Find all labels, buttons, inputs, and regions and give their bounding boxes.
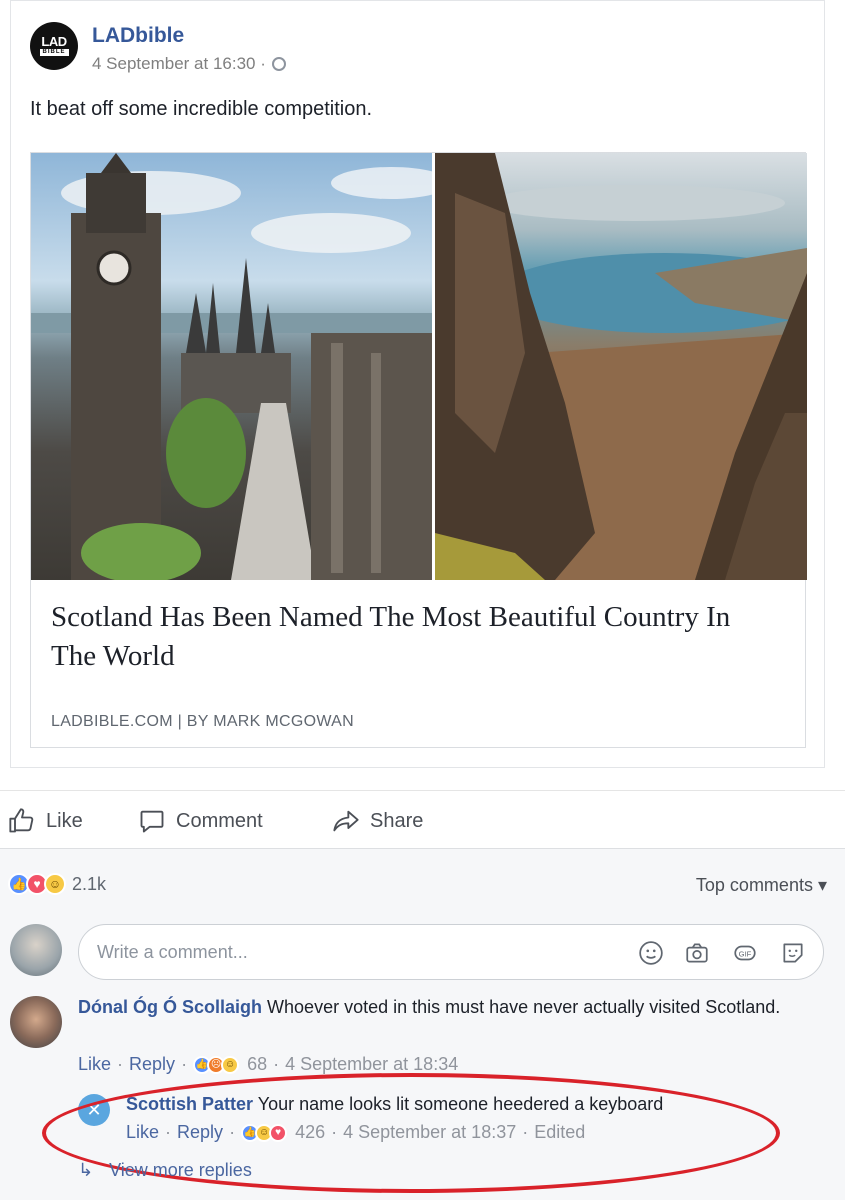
comment-author[interactable]: Dónal Óg Ó Scollaigh <box>78 997 262 1017</box>
current-user-avatar <box>10 924 62 976</box>
highlands-image <box>435 153 807 580</box>
link-title[interactable]: Scotland Has Been Named The Most Beautif… <box>51 598 771 676</box>
globe-icon <box>271 57 286 71</box>
post-timestamp[interactable]: 4 September at 16:30 · <box>92 54 286 74</box>
page-avatar[interactable]: LAD BIBLE <box>30 22 78 70</box>
edinburgh-image <box>31 153 432 580</box>
gif-icon[interactable]: GIF <box>731 940 759 966</box>
share-icon <box>333 810 359 832</box>
view-more-label: View more replies <box>109 1160 252 1180</box>
comment-meta: Like · Reply · 👍 ☹ ☺ 68 · 4 September at… <box>78 1054 459 1075</box>
comment-reply-link[interactable]: Reply <box>129 1054 175 1075</box>
reply-reaction-count: 426 <box>295 1122 326 1142</box>
reply-author[interactable]: Scottish Patter <box>126 1094 253 1114</box>
comment-icon <box>140 810 164 833</box>
svg-text:GIF: GIF <box>739 949 752 958</box>
reactions-bar: 👍 ♥ ☺ 2.1k Top comments ▾ <box>0 848 845 910</box>
highlands-scene <box>435 153 807 580</box>
saltire-icon: ✕ <box>86 1099 102 1120</box>
reply-time[interactable]: 4 September at 18:37 <box>343 1122 516 1143</box>
comment-text: Whoever voted in this must have never ac… <box>267 997 781 1017</box>
comments-section: GIF Dónal Óg Ó Scollaigh Whoever voted i… <box>0 910 845 1200</box>
reaction-summary[interactable]: 👍 ♥ ☺ 2.1k <box>8 873 106 895</box>
comment-reaction-count: 68 <box>247 1054 268 1074</box>
edited-label[interactable]: Edited <box>534 1122 585 1143</box>
share-label: Share <box>370 809 424 832</box>
reply: Scottish Patter Your name looks lit some… <box>126 1091 816 1118</box>
reply-reactions[interactable]: 👍 ☺ ♥ <box>241 1123 288 1142</box>
like-button[interactable]: Like <box>8 807 83 835</box>
view-more-replies[interactable]: ↳ View more replies <box>78 1160 252 1181</box>
share-button[interactable]: Share <box>332 807 423 835</box>
post-text: It beat off some incredible competition. <box>30 98 373 120</box>
comment-sort-dropdown[interactable]: Top comments ▾ <box>696 875 827 896</box>
haha-reaction-icon: ☺ <box>221 1055 240 1074</box>
camera-icon[interactable] <box>683 940 711 966</box>
comment-label: Comment <box>176 809 263 832</box>
comment-like-link[interactable]: Like <box>78 1054 111 1075</box>
like-label: Like <box>46 809 83 832</box>
reply-like-link[interactable]: Like <box>126 1122 159 1143</box>
sticker-icon[interactable] <box>779 940 807 966</box>
comment-reactions[interactable]: 👍 ☹ ☺ <box>193 1055 240 1074</box>
reaction-count: 2.1k <box>72 873 107 894</box>
reply-reply-link[interactable]: Reply <box>177 1122 223 1143</box>
reply-text: Your name looks lit someone heedered a k… <box>257 1094 664 1114</box>
page-name-link[interactable]: LADbible <box>92 24 184 48</box>
love-reaction-icon: ♥ <box>269 1123 288 1142</box>
comment-time[interactable]: 4 September at 18:34 <box>285 1054 458 1075</box>
comment: Dónal Óg Ó Scollaigh Whoever voted in th… <box>78 994 818 1021</box>
avatar-logo-subtext: BIBLE <box>39 49 69 56</box>
comment-box[interactable]: GIF <box>78 924 824 980</box>
link-preview-card[interactable]: Scotland Has Been Named The Most Beautif… <box>30 152 807 748</box>
commenter-avatar[interactable] <box>10 996 62 1048</box>
emoji-icon[interactable] <box>637 940 665 966</box>
haha-reaction-icon: ☺ <box>44 873 66 895</box>
edinburgh-scene <box>31 153 432 580</box>
avatar-logo-text: LAD <box>41 34 67 49</box>
reply-arrow-icon: ↳ <box>78 1160 94 1180</box>
link-source: LADBIBLE.COM | BY MARK MCGOWAN <box>51 713 354 730</box>
comment-button[interactable]: Comment <box>138 807 263 835</box>
post-actions-bar: Like Comment Share <box>0 790 845 848</box>
post-time-text: 4 September at 16:30 · <box>92 54 266 73</box>
reply-author-avatar[interactable]: ✕ <box>78 1094 110 1126</box>
thumbs-up-icon <box>9 808 34 833</box>
comment-input[interactable] <box>97 939 617 965</box>
reply-meta: Like · Reply · 👍 ☺ ♥ 426 · 4 September a… <box>126 1122 586 1143</box>
